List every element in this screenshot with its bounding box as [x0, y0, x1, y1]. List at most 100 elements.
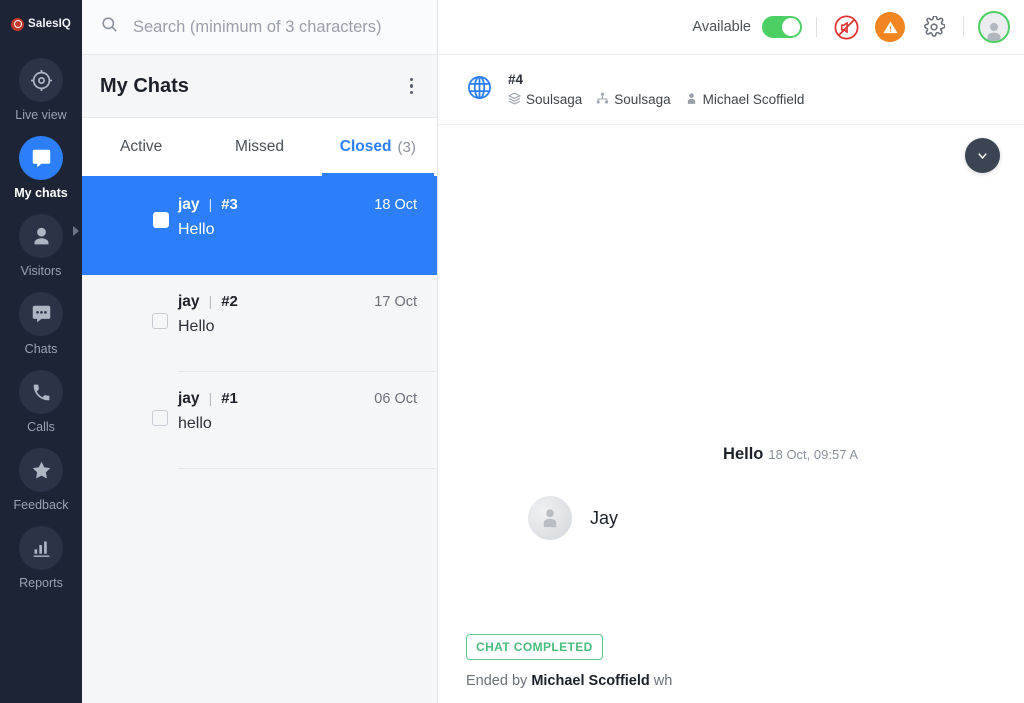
divider	[963, 17, 964, 37]
chat-number: #3	[221, 196, 238, 213]
person-icon	[19, 214, 63, 258]
sender-name: Jay	[590, 507, 619, 528]
brand-name: SalesIQ	[28, 18, 71, 30]
sidebar-item-visitors[interactable]: Visitors	[0, 208, 82, 282]
chevron-right-icon[interactable]	[73, 226, 79, 236]
separator: |	[208, 293, 213, 309]
tag-department: Soulsaga	[507, 91, 583, 108]
gear-icon[interactable]	[919, 12, 949, 42]
status-badge: CHAT COMPLETED	[466, 634, 603, 660]
divider	[178, 468, 437, 469]
left-nav-rail: SalesIQ Live view My chats Visitors Chat…	[0, 0, 82, 703]
chat-visitor-name: jay	[178, 196, 200, 213]
tag-label: Soulsaga	[614, 92, 671, 107]
chat-preview: hello	[178, 415, 212, 432]
user-avatar-icon[interactable]	[978, 11, 1010, 43]
separator: |	[208, 390, 213, 406]
availability-toggle[interactable]	[762, 16, 802, 38]
sidebar-item-label: Chats	[24, 342, 58, 356]
tab-closed[interactable]: Closed (3)	[319, 118, 437, 176]
chat-date: 06 Oct	[374, 391, 417, 407]
search-bar	[82, 0, 437, 55]
sidebar-item-reports[interactable]: Reports	[0, 520, 82, 594]
search-input[interactable]	[133, 17, 419, 37]
availability-control: Available	[692, 16, 802, 38]
chat-bubble-icon	[19, 136, 63, 180]
ended-by-name: Michael Scoffield	[531, 673, 650, 689]
list-item[interactable]: jay | #1 06 Oct hello	[82, 372, 437, 468]
conversation-footer: CHAT COMPLETED Ended by Michael Scoffiel…	[466, 634, 672, 689]
tab-missed[interactable]: Missed	[200, 118, 318, 176]
chat-date: 17 Oct	[374, 294, 417, 310]
tab-active[interactable]: Active	[82, 118, 200, 176]
globe-icon	[466, 74, 493, 106]
chat-select-checkbox[interactable]	[152, 313, 168, 329]
sidebar-item-chats[interactable]: Chats	[0, 286, 82, 360]
conversation-id: #4	[508, 71, 524, 87]
chat-list-column: My Chats Active Missed Closed (3) jay	[82, 0, 438, 703]
warning-triangle-icon[interactable]	[875, 12, 905, 42]
sidebar-item-label: Reports	[19, 576, 63, 590]
kebab-menu-icon[interactable]	[406, 72, 418, 101]
conversation-body: Hello 18 Oct, 09:57 A Jay CHAT COMPLETED …	[438, 125, 1024, 703]
sitemap-icon	[596, 92, 609, 108]
sidebar-item-live-view[interactable]: Live view	[0, 52, 82, 126]
chevron-down-icon[interactable]	[965, 138, 1000, 173]
conversation-tags: Soulsaga Soulsaga Michael Scoffield	[507, 91, 805, 108]
search-icon	[100, 15, 119, 39]
chat-preview: Hello	[178, 221, 215, 238]
brand-logo: SalesIQ	[11, 14, 71, 34]
top-toolbar: Available	[438, 0, 1024, 55]
tab-label: Missed	[234, 138, 285, 155]
message-sender: Jay	[528, 496, 858, 540]
chat-visitor-name: jay	[178, 293, 200, 310]
salesiq-logo-icon	[11, 17, 25, 31]
tag-operator: Michael Scoffield	[685, 92, 805, 108]
message-line: Hello 18 Oct, 09:57 A	[528, 445, 858, 464]
chat-dots-icon	[19, 292, 63, 336]
sidebar-item-label: Calls	[27, 420, 55, 434]
chat-date: 18 Oct	[374, 197, 417, 213]
message-timestamp: 18 Oct, 09:57 A	[768, 447, 858, 462]
avatar	[528, 496, 572, 540]
sidebar-item-my-chats[interactable]: My chats	[0, 130, 82, 204]
divider	[816, 17, 817, 37]
tag-brand: Soulsaga	[596, 92, 671, 108]
ended-suffix: wh	[653, 673, 673, 689]
tag-label: Soulsaga	[526, 92, 583, 107]
tab-label: Active	[120, 138, 163, 155]
list-item[interactable]: jay | #3 18 Oct Hello	[82, 176, 437, 275]
chat-visitor-name: jay	[178, 390, 200, 407]
bar-chart-icon	[19, 526, 63, 570]
chat-select-checkbox[interactable]	[152, 410, 168, 426]
sidebar-item-label: Live view	[15, 108, 67, 122]
conversation-header: #4 Soulsaga Soulsaga Michael Scoffield	[438, 55, 1024, 125]
ended-prefix: Ended by	[466, 673, 528, 689]
target-icon	[19, 58, 63, 102]
list-item[interactable]: jay | #2 17 Oct Hello	[82, 275, 437, 371]
chat-number: #1	[221, 390, 238, 407]
page-title: My Chats	[100, 74, 189, 97]
chat-preview: Hello	[178, 318, 215, 335]
sidebar-item-label: My chats	[14, 186, 68, 200]
chat-filter-tabs: Active Missed Closed (3)	[82, 118, 437, 176]
separator: |	[208, 196, 213, 212]
sidebar-item-label: Feedback	[13, 498, 69, 512]
tab-count: (3)	[397, 138, 416, 156]
chat-select-checkbox[interactable]	[153, 212, 169, 228]
message-block: Hello 18 Oct, 09:57 A Jay	[528, 445, 858, 540]
chat-list-header: My Chats	[82, 55, 437, 118]
muted-speaker-icon[interactable]	[831, 12, 861, 42]
person-icon	[685, 92, 698, 108]
sidebar-item-calls[interactable]: Calls	[0, 364, 82, 438]
sidebar-item-label: Visitors	[20, 264, 62, 278]
tab-label: Closed	[339, 138, 392, 155]
tag-label: Michael Scoffield	[702, 92, 805, 107]
main-panel: Available #4 Soulsaga Soulsaga Michael S…	[438, 0, 1024, 703]
sidebar-item-feedback[interactable]: Feedback	[0, 442, 82, 516]
chat-number: #2	[221, 293, 238, 310]
ended-by-text: Ended by Michael Scoffield wh	[466, 673, 672, 689]
chat-list: jay | #3 18 Oct Hello jay | #2 17 Oct He…	[82, 176, 437, 703]
star-icon	[19, 448, 63, 492]
conversation-meta: #4 Soulsaga Soulsaga Michael Scoffield	[507, 71, 805, 108]
